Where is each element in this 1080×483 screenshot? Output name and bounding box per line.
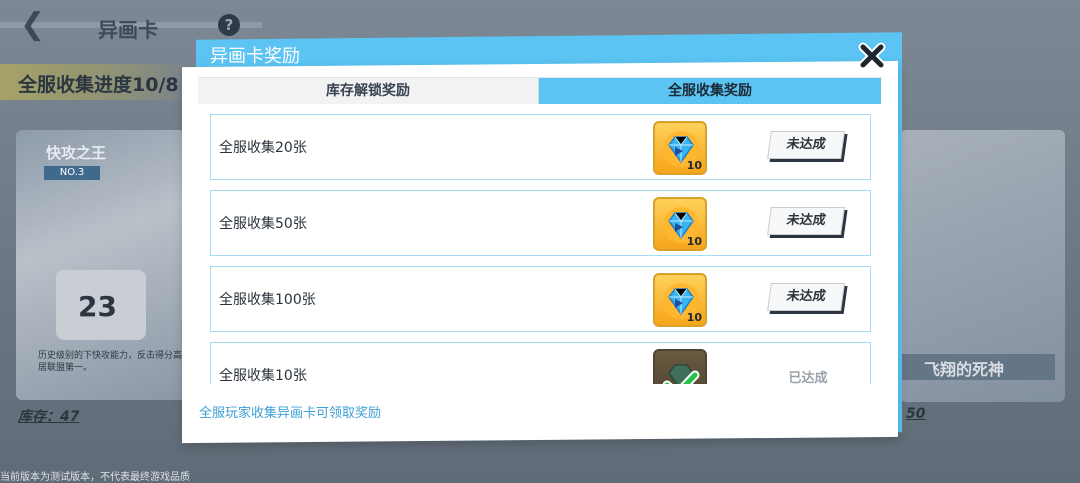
list-item: 全服收集50张 10 未达成	[210, 190, 871, 256]
card-name: 快攻之王	[46, 144, 107, 162]
reward-item[interactable]: 10	[653, 197, 707, 251]
reward-item-claimed[interactable]	[653, 349, 707, 384]
card-quick-attack-king[interactable]: 快攻之王 NO.3 23 历史级别的下快攻能力，反击得分高居联盟第一。	[16, 130, 198, 400]
card-number-badge: NO.3	[44, 166, 100, 180]
back-icon[interactable]: ❮	[20, 10, 46, 40]
card-flying-reaper[interactable]: 飞翔的死神	[900, 130, 1065, 402]
tab-stock-unlock-reward[interactable]: 库存解锁奖励	[198, 78, 539, 104]
card-name: 飞翔的死神	[924, 360, 1005, 379]
check-icon	[662, 370, 700, 384]
tab-server-collection-reward[interactable]: 全服收集奖励	[539, 78, 881, 104]
reward-item[interactable]: 10	[653, 121, 707, 175]
card-stock-left: 库存：47	[18, 409, 80, 425]
reward-count: 10	[686, 159, 702, 172]
reward-condition-label: 全服收集20张	[219, 140, 307, 156]
help-icon[interactable]: ?	[218, 14, 240, 36]
test-version-notice: 当前版本为测试版本，不代表最终游戏品质	[0, 472, 190, 483]
collection-progress: 全服收集进度10/8	[18, 74, 179, 96]
reward-note: 全服玩家收集异画卡可领取奖励	[199, 406, 382, 421]
list-item: 全服收集10张 已达成	[210, 342, 871, 384]
reward-count: 10	[686, 311, 702, 324]
reward-condition-label: 全服收集100张	[219, 292, 316, 308]
status-button[interactable]: 未达成	[767, 283, 845, 311]
card-stock-right: 50	[906, 406, 926, 422]
close-icon[interactable]	[858, 42, 886, 70]
list-item: 全服收集20张 10 未达成	[210, 114, 871, 180]
list-item: 全服收集100张 10 未达成	[210, 266, 871, 332]
reward-condition-label: 全服收集10张	[219, 368, 307, 384]
status-achieved-label: 已达成	[788, 371, 828, 384]
reward-list[interactable]: 全服收集20张 10 未达成 全服收集50张 10 未达成 全服收集100张 1…	[198, 106, 882, 384]
jersey-number: 23	[78, 290, 117, 323]
card-description: 历史级别的下快攻能力，反击得分高居联盟第一。	[38, 351, 183, 373]
status-button[interactable]: 未达成	[767, 131, 845, 159]
status-button[interactable]: 未达成	[767, 207, 845, 235]
reward-item[interactable]: 10	[653, 273, 707, 327]
reward-tabs: 库存解锁奖励 全服收集奖励	[198, 77, 882, 104]
reward-count: 10	[686, 235, 702, 248]
reward-condition-label: 全服收集50张	[219, 216, 307, 232]
page-title: 异画卡	[98, 18, 158, 42]
modal-title: 异画卡奖励	[210, 46, 300, 67]
